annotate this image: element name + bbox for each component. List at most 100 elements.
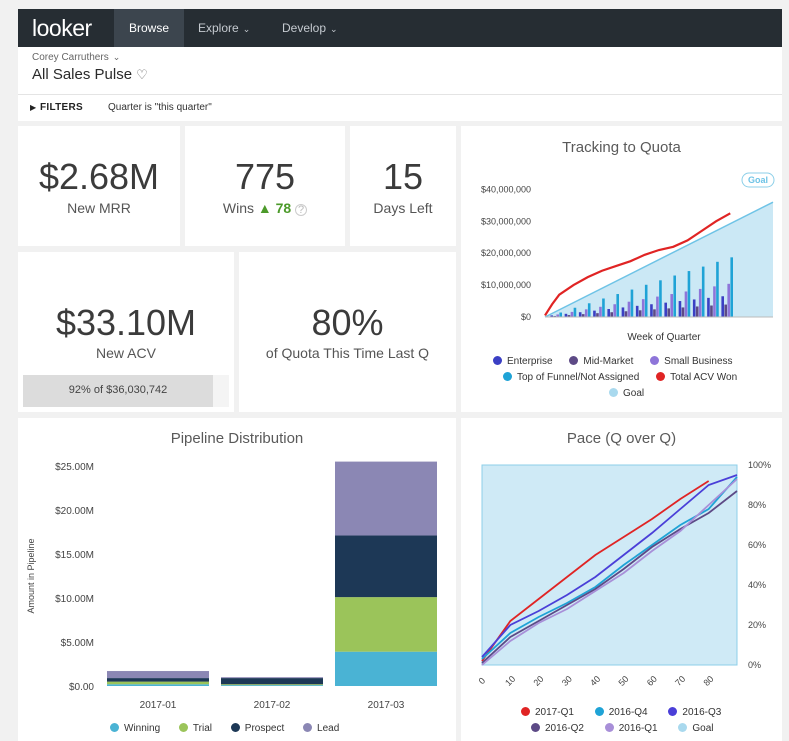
legend-row: Top of Funnel/Not Assigned Total ACV Won	[503, 372, 737, 383]
legend-row: 2016-Q2 2016-Q1 Goal	[531, 723, 714, 734]
tile-quota-last-q[interactable]: 80% of Quota This Time Last Q	[239, 252, 456, 412]
legend-dot	[110, 723, 119, 732]
bar-top-of-funnel-not-assigned	[673, 275, 676, 317]
legend-item-small-business[interactable]: Small Business	[650, 356, 733, 367]
bar-segment-winning	[221, 685, 323, 686]
legend-item-goal[interactable]: Goal	[609, 388, 644, 399]
legend-item-2017-q1[interactable]: 2017-Q1	[521, 707, 574, 718]
bar-small-business	[613, 304, 616, 317]
kpi-label: New MRR	[67, 200, 131, 216]
legend-dot	[604, 723, 614, 732]
bar-enterprise	[664, 302, 667, 317]
legend-label: Goal	[623, 388, 645, 399]
y-tick-label: 60%	[748, 540, 766, 550]
tile-days-left[interactable]: 15 Days Left	[350, 126, 456, 246]
x-tick-label: 60	[645, 674, 659, 688]
looker-logo[interactable]: looker	[32, 15, 92, 42]
caret-right-icon[interactable]: ▶	[30, 103, 36, 112]
owner-dropdown[interactable]: Corey Carruthers ⌄	[32, 52, 120, 63]
legend-item-2016-q3[interactable]: 2016-Q3	[668, 707, 721, 718]
legend-label: 2016-Q3	[682, 707, 722, 718]
bar-segment-lead	[221, 677, 323, 679]
legend-dot	[656, 372, 666, 381]
legend-label: Small Business	[664, 356, 733, 367]
nav-develop[interactable]: Develop ⌄	[282, 9, 338, 47]
bar-mid-market	[667, 308, 670, 317]
legend-dot	[230, 723, 240, 732]
bar-segment-trial	[221, 684, 323, 686]
legend-item-lead[interactable]: Lead	[303, 723, 339, 734]
y-tick-label: $20.00M	[55, 506, 94, 517]
filters-toggle[interactable]: FILTERS	[40, 102, 83, 113]
y-tick-label: $5.00M	[61, 638, 94, 649]
legend-dot	[650, 356, 660, 365]
legend-dot	[609, 388, 618, 397]
bar-top-of-funnel-not-assigned	[573, 307, 577, 317]
bar-top-of-funnel-not-assigned	[716, 261, 719, 317]
tile-new-acv[interactable]: $33.10M New ACV 92% of $36,030,742	[18, 252, 234, 412]
bar-small-business	[713, 286, 716, 317]
legend-label: Top of Funnel/Not Assigned	[517, 372, 640, 383]
bar-segment-trial	[335, 597, 437, 652]
tile-new-mrr[interactable]: $2.68M New MRR	[18, 126, 180, 246]
legend-row: 2017-Q1 2016-Q4 2016-Q3	[521, 707, 721, 718]
legend-label: Winning	[124, 723, 161, 734]
y-axis-label: Amount in Pipeline	[26, 538, 36, 613]
bar-top-of-funnel-not-assigned	[602, 298, 605, 317]
help-icon[interactable]: ?	[295, 204, 308, 216]
legend-item-2016-q1[interactable]: 2016-Q1	[604, 723, 658, 734]
bar-mid-market	[596, 313, 599, 317]
bar-segment-winning	[335, 651, 437, 686]
owner-name: Corey Carruthers	[32, 52, 109, 63]
legend-item-enterprise[interactable]: Enterprise	[493, 356, 553, 367]
tile-pace-q-over-q[interactable]: Pace (Q over Q) 100% 80% 60% 40% 20% 0% 0 10 20 3…	[461, 418, 782, 741]
legend-item-prospect[interactable]: Prospect	[230, 723, 284, 734]
x-tick-label: 2017-02	[254, 700, 291, 711]
bar-enterprise	[678, 301, 682, 317]
chevron-down-icon: ⌄	[112, 52, 121, 62]
kpi-label: New ACV	[96, 345, 156, 361]
bar-mid-market	[624, 311, 628, 317]
bar-small-business	[698, 288, 702, 317]
bar-segment-prospect	[107, 678, 209, 682]
kpi-label-row: Wins ▲ 78 ?	[185, 200, 345, 216]
legend-item-mid-market[interactable]: Mid-Market	[569, 356, 633, 367]
tile-pipeline-distribution[interactable]: Pipeline Distribution $25.00M $20.00M $15.…	[18, 418, 456, 741]
legend-label: Enterprise	[507, 356, 553, 367]
kpi-value: 775	[234, 156, 296, 197]
chevron-down-icon: ⌄	[330, 24, 338, 34]
filters-bar[interactable]: ▶ FILTERS Quarter is "this quarter"	[18, 94, 782, 121]
nav-develop-label: Develop	[282, 21, 327, 35]
bar-small-business	[641, 299, 645, 317]
nav-browse[interactable]: Browse	[114, 9, 184, 47]
tile-tracking-to-quota[interactable]: Tracking to Quota $40,000,000 $30,000,000…	[461, 126, 782, 412]
bar-mid-market	[653, 309, 656, 317]
x-tick-label: 20	[531, 674, 545, 688]
x-tick-label: 10	[503, 674, 517, 688]
bar-top-of-funnel-not-assigned	[659, 280, 662, 317]
kpi-label: of Quota This Time Last Q	[265, 345, 430, 361]
legend-dot	[668, 707, 678, 716]
filter-value: Quarter is "this quarter"	[108, 102, 212, 113]
pipeline-chart: $25.00M $20.00M $15.00M $10.00M $5.00M $0.00 A…	[26, 461, 437, 711]
y-tick-label: 80%	[748, 500, 766, 510]
heart-icon[interactable]: ♡	[136, 67, 148, 82]
legend-item-2016-q2[interactable]: 2016-Q2	[531, 723, 584, 734]
legend-item-total-acv-won[interactable]: Total ACV Won	[656, 372, 737, 383]
nav-explore[interactable]: Explore ⌄	[198, 9, 250, 47]
legend-item-goal[interactable]: Goal	[678, 723, 714, 734]
bar-small-business	[570, 311, 574, 317]
legend-item-trial[interactable]: Trial	[178, 723, 212, 734]
legend-dot	[594, 707, 604, 716]
y-tick-label: $0.00	[69, 682, 94, 693]
legend-item-top-of-funnel[interactable]: Top of Funnel/Not Assigned	[503, 372, 639, 383]
bar-mid-market	[638, 310, 642, 317]
legend-item-winning[interactable]: Winning	[110, 723, 160, 734]
bar-enterprise	[578, 312, 582, 317]
bar-top-of-funnel-not-assigned	[616, 294, 619, 317]
tile-wins[interactable]: 775 Wins ▲ 78 ?	[185, 126, 345, 246]
legend-row: Enterprise Mid-Market Small Business	[493, 356, 733, 367]
legend-item-2016-q4[interactable]: 2016-Q4	[594, 707, 648, 718]
x-tick-label: 2017-01	[140, 700, 177, 711]
legend-label: 2016-Q2	[545, 723, 584, 734]
